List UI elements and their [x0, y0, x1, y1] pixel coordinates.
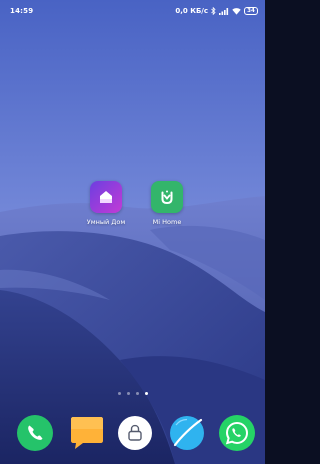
- page-indicator[interactable]: [0, 392, 265, 395]
- dock-app-messages[interactable]: [69, 415, 105, 451]
- app-label: Mi Home: [152, 218, 182, 226]
- app-mi-home[interactable]: Mi Home: [137, 181, 197, 226]
- dock-app-browser[interactable]: [169, 415, 205, 451]
- page-dot[interactable]: [126, 392, 130, 395]
- messages-icon: [71, 417, 103, 449]
- app-label: Умный Дом: [86, 218, 126, 226]
- home-screen: 14:59 0,0 КБ/с 34 Умный Дом Mi Home: [0, 0, 265, 464]
- status-icons: 0,0 КБ/с 34: [175, 0, 258, 22]
- dock-app-security[interactable]: [117, 415, 153, 451]
- page-dot[interactable]: [117, 392, 121, 395]
- security-icon: [118, 416, 152, 450]
- browser-icon: [170, 416, 204, 450]
- smart-home-icon: [90, 181, 122, 213]
- app-umnyy-dom[interactable]: Умный Дом: [76, 181, 136, 226]
- dock: [0, 410, 265, 456]
- dock-app-phone[interactable]: [17, 415, 53, 451]
- status-time: 14:59: [10, 7, 34, 15]
- whatsapp-icon: [219, 415, 255, 451]
- page-dot-current[interactable]: [144, 392, 148, 395]
- bluetooth-icon: [211, 7, 216, 15]
- page-dot[interactable]: [135, 392, 139, 395]
- network-speed: 0,0 КБ/с: [175, 7, 208, 15]
- signal-icon: [219, 8, 229, 15]
- battery-indicator: 34: [244, 7, 258, 15]
- status-bar: 14:59 0,0 КБ/с 34: [0, 0, 265, 22]
- wifi-icon: [232, 8, 241, 15]
- dock-app-whatsapp[interactable]: [219, 415, 255, 451]
- mi-home-icon: [151, 181, 183, 213]
- phone-icon: [17, 415, 53, 451]
